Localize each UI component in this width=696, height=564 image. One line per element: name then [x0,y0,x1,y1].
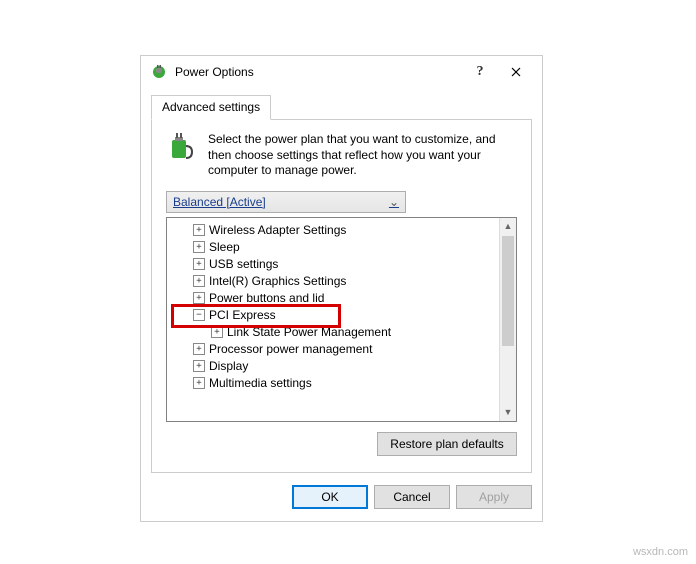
expand-icon[interactable]: + [193,224,205,236]
tree-scrollbar[interactable]: ▲ ▼ [499,218,516,421]
scroll-down-icon[interactable]: ▼ [500,404,516,421]
expand-icon[interactable]: + [193,343,205,355]
power-options-dialog: Power Options ? Advanced settings Select… [140,55,543,522]
tree-item-wireless-adapter[interactable]: + Wireless Adapter Settings [187,222,514,239]
tree-item-power-buttons[interactable]: + Power buttons and lid [187,290,514,307]
tab-advanced-settings[interactable]: Advanced settings [151,95,271,120]
expand-icon[interactable]: + [193,275,205,287]
close-button[interactable] [498,59,534,85]
tree-item-multimedia[interactable]: + Multimedia settings [187,375,514,392]
expand-icon[interactable]: + [193,241,205,253]
tree-item-pci-express[interactable]: − PCI Express [187,307,514,324]
scroll-up-icon[interactable]: ▲ [500,218,516,235]
power-plan-selected: Balanced [Active] [173,195,266,209]
watermark-text: wsxdn.com [633,546,688,558]
power-plug-icon [151,64,167,80]
tree-item-link-state[interactable]: + Link State Power Management [205,324,514,341]
expand-icon[interactable]: + [211,326,223,338]
collapse-icon[interactable]: − [193,309,205,321]
tree-item-intel-graphics[interactable]: + Intel(R) Graphics Settings [187,273,514,290]
expand-icon[interactable]: + [193,360,205,372]
expand-icon[interactable]: + [193,292,205,304]
tab-content: Select the power plan that you want to c… [151,120,532,473]
battery-plug-icon [166,132,198,164]
tree-item-display[interactable]: + Display [187,358,514,375]
description-text: Select the power plan that you want to c… [208,132,517,179]
tree-item-sleep[interactable]: + Sleep [187,239,514,256]
titlebar: Power Options ? [141,56,542,88]
expand-icon[interactable]: + [193,377,205,389]
ok-button[interactable]: OK [292,485,368,509]
restore-defaults-button[interactable]: Restore plan defaults [377,432,517,456]
scrollbar-thumb[interactable] [502,236,514,346]
dialog-button-row: OK Cancel Apply [141,473,542,521]
expand-icon[interactable]: + [193,258,205,270]
help-button[interactable]: ? [462,59,498,85]
settings-tree: + Wireless Adapter Settings + Sleep + US… [166,217,517,422]
tree-item-usb[interactable]: + USB settings [187,256,514,273]
tab-strip: Advanced settings [151,94,532,120]
tree-item-processor[interactable]: + Processor power management [187,341,514,358]
chevron-down-icon: ⌄ [389,195,399,209]
power-plan-dropdown[interactable]: Balanced [Active] ⌄ [166,191,406,213]
window-title: Power Options [175,65,462,79]
close-icon [511,67,521,77]
cancel-button[interactable]: Cancel [374,485,450,509]
apply-button: Apply [456,485,532,509]
